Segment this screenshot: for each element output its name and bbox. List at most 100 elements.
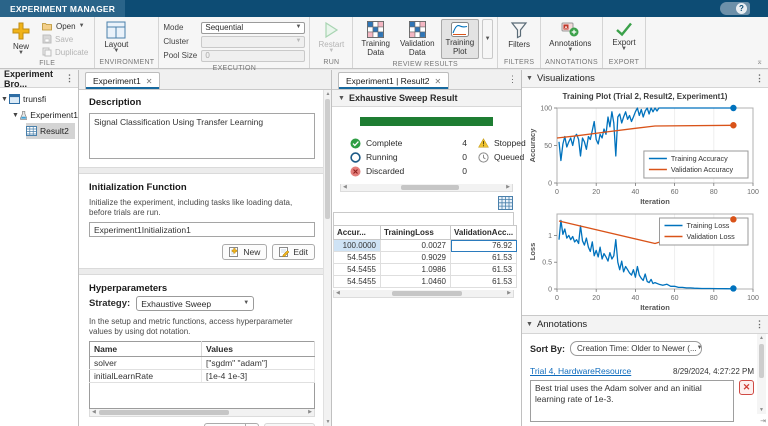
scroll-down-icon[interactable]: ▼: [324, 419, 332, 425]
result-panel-menu-icon[interactable]: ⋮: [508, 74, 517, 85]
sweep-result-header[interactable]: ▼ Exhaustive Sweep Result: [332, 90, 521, 107]
browser-menu-icon[interactable]: ⋮: [65, 73, 74, 84]
new-button[interactable]: New ▼: [4, 19, 38, 58]
annotations-vscrollbar[interactable]: ▲ ▼: [757, 334, 766, 414]
strategy-select[interactable]: Exhaustive Sweep ▼: [136, 296, 254, 311]
sweep-hscrollbar[interactable]: ◀ ▶: [340, 184, 513, 192]
duplicate-button[interactable]: Duplicate: [40, 46, 90, 58]
training-plot-button[interactable]: Training Plot: [441, 19, 480, 59]
visualizations-title: Visualizations: [537, 73, 595, 84]
tree-item-result2[interactable]: Result2: [0, 123, 78, 139]
tree-item-project[interactable]: ▼ trunsfi: [0, 91, 78, 107]
duplicate-icon: [42, 47, 52, 57]
col-accuracy[interactable]: Accur...: [334, 226, 381, 240]
annotation-timestamp: 8/29/2024, 4:27:22 PM: [673, 367, 754, 376]
annotation-text-box[interactable]: Best trial uses the Adam solver and an i…: [530, 380, 734, 422]
tab-result2[interactable]: Experiment1 | Result2 ✕: [338, 72, 449, 89]
hyper-col-values[interactable]: Values: [202, 342, 315, 357]
browser-title: Experiment Bro...: [4, 69, 65, 89]
chevron-down-icon: ▼: [621, 47, 627, 52]
initialization-help-text: Initialize the experiment, including tas…: [89, 198, 315, 218]
experiment-definition-panel: Experiment1 ✕ Description Signal Classif…: [79, 70, 332, 426]
validation-data-button[interactable]: Validation Data: [396, 19, 439, 59]
tree-expand-icon[interactable]: ▼: [0, 96, 9, 103]
open-button[interactable]: Open ▼: [40, 20, 90, 32]
table-columns-icon[interactable]: [498, 196, 513, 210]
results-table-hscrollbar[interactable]: ◀ ▶: [333, 290, 514, 298]
help-button[interactable]: ?: [720, 2, 750, 15]
svg-text:0: 0: [548, 287, 552, 294]
scroll-left-icon[interactable]: ◀: [343, 184, 347, 191]
cluster-select[interactable]: ▼: [201, 36, 305, 48]
scroll-right-icon[interactable]: ▶: [308, 409, 312, 416]
table-row[interactable]: solver ["sgdm" "adam"]: [90, 357, 315, 370]
strategy-label: Strategy:: [89, 298, 130, 309]
scroll-down-icon[interactable]: ▼: [757, 407, 766, 413]
section-divider: [79, 268, 323, 275]
chevron-down-icon: ▼: [485, 37, 491, 42]
layout-icon: [106, 21, 126, 39]
export-button[interactable]: Export ▼: [607, 19, 641, 54]
collapse-ribbon-icon[interactable]: ⌅: [756, 57, 763, 66]
tree-expand-icon[interactable]: ▼: [11, 112, 20, 119]
mode-select[interactable]: Sequential ▼: [201, 22, 305, 34]
ribbon-group-annotations: A Annotations ▼ ANNOTATIONS: [541, 17, 603, 68]
collapse-section-icon[interactable]: ▼: [338, 96, 345, 101]
scroll-right-icon[interactable]: ▶: [507, 290, 511, 297]
pool-size-input[interactable]: 0: [201, 50, 305, 62]
delete-annotation-button[interactable]: ✕: [739, 380, 754, 395]
table-row[interactable]: 100.0000 0.0027 76.92: [334, 240, 517, 252]
svg-text:Loss: Loss: [528, 243, 537, 261]
svg-text:80: 80: [710, 189, 718, 196]
help-icon: ?: [736, 3, 747, 14]
tree-item-experiment1[interactable]: ▼ Experiment1: [0, 107, 78, 123]
table-row[interactable]: initialLearnRate [1e-4 1e-3]: [90, 370, 315, 383]
init-new-button[interactable]: New: [222, 244, 267, 260]
description-textarea[interactable]: Signal Classification Using Transfer Lea…: [89, 113, 315, 159]
scroll-right-icon[interactable]: ▶: [506, 184, 510, 191]
experiment-panel-vscrollbar[interactable]: ▲ ▼: [323, 90, 331, 426]
save-button[interactable]: Save: [40, 33, 90, 45]
scrollbar-thumb[interactable]: [401, 185, 459, 190]
table-row[interactable]: 54.5455 1.0986 61.53: [334, 264, 517, 276]
training-data-button[interactable]: Training Data: [357, 19, 394, 59]
scroll-end-icon[interactable]: ⇥: [760, 417, 766, 425]
svg-text:60: 60: [671, 189, 679, 196]
col-validationacc[interactable]: ValidationAcc...: [451, 226, 517, 240]
annotations-button[interactable]: A Annotations ▼: [545, 19, 595, 55]
app-title-tab[interactable]: EXPERIMENT MANAGER: [0, 0, 125, 17]
table-row[interactable]: 54.5455 0.9029 61.53: [334, 252, 517, 264]
restart-button[interactable]: Restart ▼: [314, 19, 348, 56]
annotations-menu-icon[interactable]: ⋮: [755, 319, 764, 330]
col-trainingloss[interactable]: TrainingLoss: [381, 226, 451, 240]
annotation-link[interactable]: Trial 4, HardwareResource: [530, 366, 631, 376]
close-tab-icon[interactable]: ✕: [434, 77, 441, 86]
hyper-col-name[interactable]: Name: [90, 342, 202, 357]
scroll-up-icon[interactable]: ▲: [757, 335, 766, 341]
scroll-left-icon[interactable]: ◀: [92, 409, 96, 416]
visualizations-menu-icon[interactable]: ⋮: [755, 73, 764, 84]
review-results-dropdown-button[interactable]: ▼: [482, 19, 493, 59]
collapse-section-icon[interactable]: ▼: [526, 76, 533, 81]
scrollbar-thumb[interactable]: [99, 410, 229, 415]
filters-button[interactable]: Filters: [502, 19, 536, 51]
table-row[interactable]: 54.5455 1.0460 61.53: [334, 276, 517, 288]
scrollbar-thumb[interactable]: [325, 99, 330, 219]
ribbon: New ▼ Open ▼ Save Duplicate FILE: [0, 17, 768, 69]
complete-icon: [350, 138, 361, 149]
sort-by-select[interactable]: Creation Time: Older to Newer (... ▼: [570, 341, 702, 356]
scroll-up-icon[interactable]: ▲: [324, 91, 332, 97]
chevron-down-icon: ▼: [295, 25, 301, 30]
restart-play-icon: [322, 21, 340, 39]
scroll-left-icon[interactable]: ◀: [336, 290, 340, 297]
hyper-table-hscrollbar[interactable]: ◀ ▶: [89, 409, 315, 417]
collapse-section-icon[interactable]: ▼: [526, 322, 533, 327]
close-tab-icon[interactable]: ✕: [146, 77, 153, 86]
init-edit-button[interactable]: Edit: [272, 244, 315, 260]
layout-button[interactable]: Layout ▼: [99, 19, 133, 56]
scrollbar-thumb[interactable]: [392, 291, 462, 296]
tab-experiment1[interactable]: Experiment1 ✕: [85, 72, 160, 89]
svg-text:100: 100: [540, 106, 552, 113]
initialization-function-input[interactable]: Experiment1Initialization1: [89, 222, 315, 237]
scrollbar-thumb[interactable]: [759, 344, 764, 378]
